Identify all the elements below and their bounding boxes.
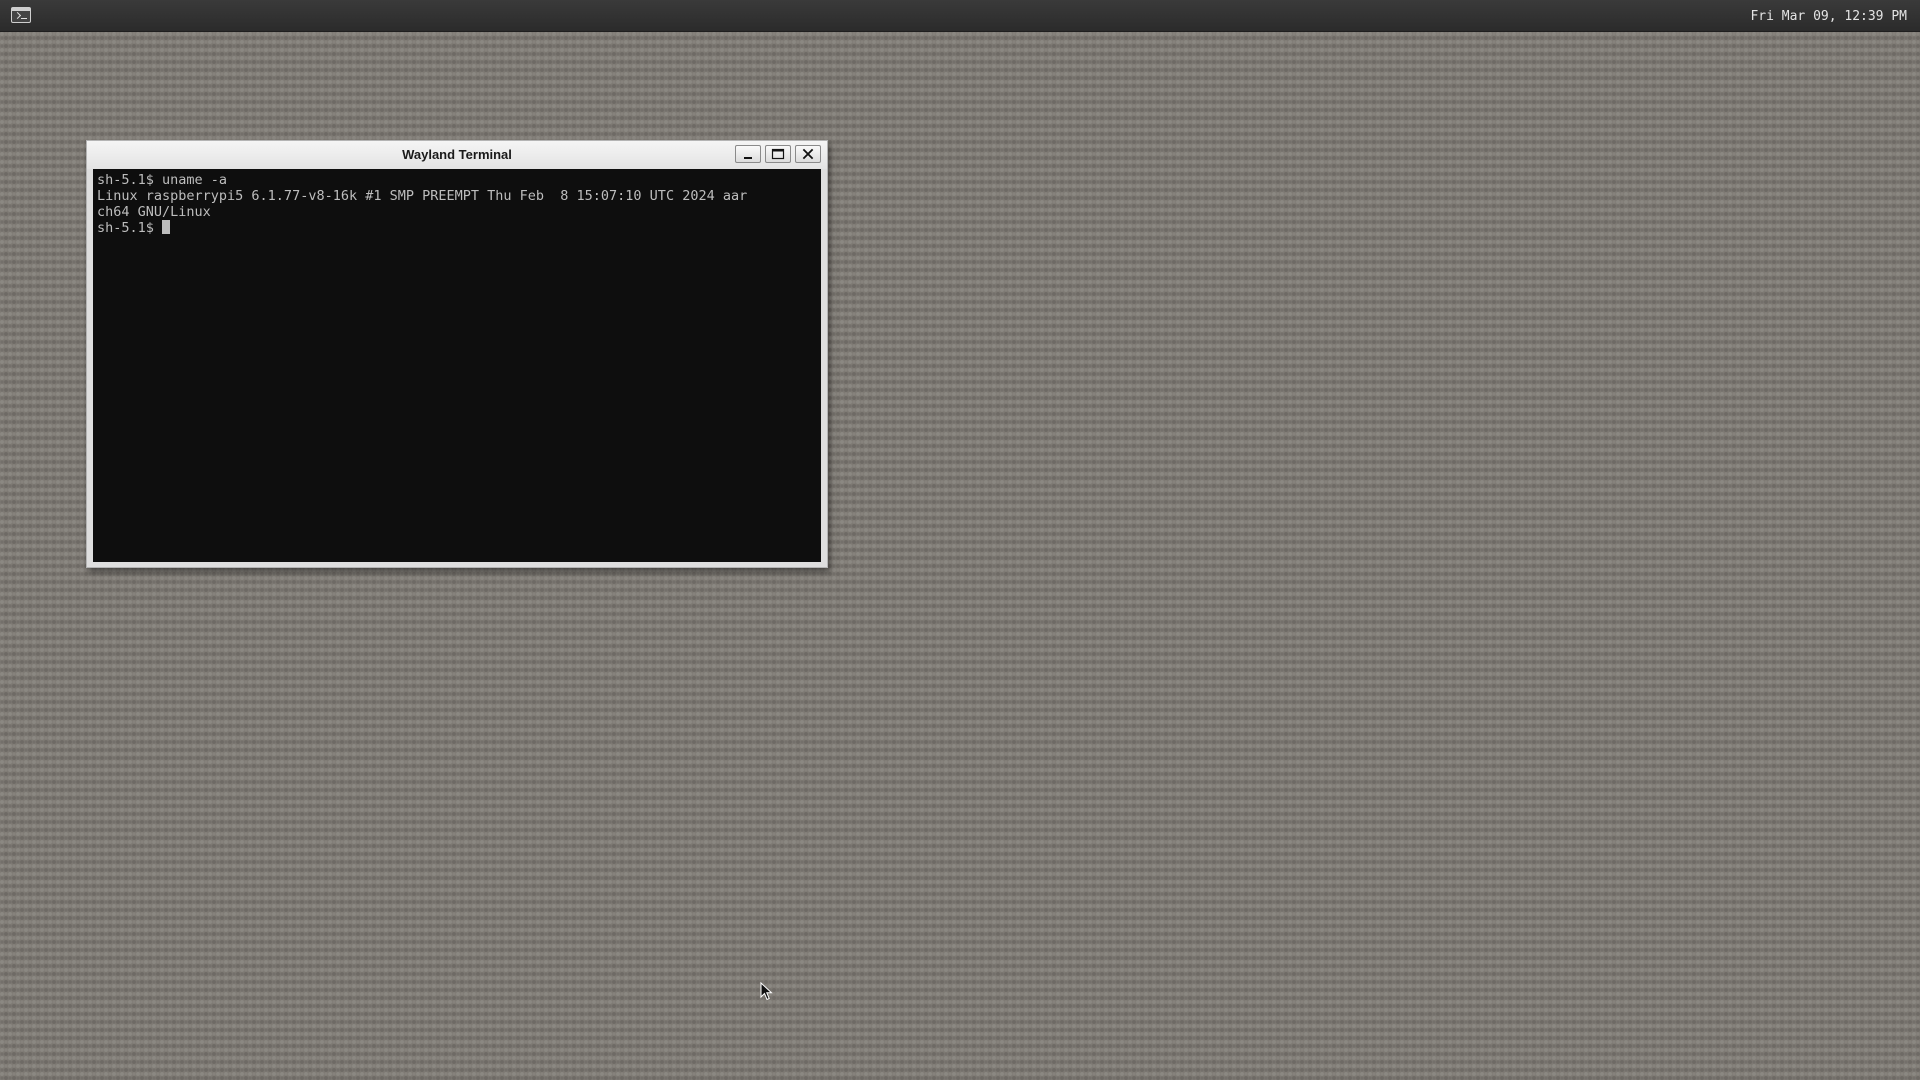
minimize-icon bbox=[744, 157, 752, 159]
maximize-icon bbox=[771, 148, 785, 160]
terminal-line: Linux raspberrypi5 6.1.77-v8-16k #1 SMP … bbox=[97, 188, 748, 204]
terminal-output-area[interactable]: sh-5.1$ uname -a Linux raspberrypi5 6.1.… bbox=[93, 169, 821, 562]
launcher-prompt-shape bbox=[13, 11, 22, 20]
close-icon bbox=[802, 148, 814, 160]
terminal-prompt-line: sh-5.1$ bbox=[97, 220, 817, 236]
terminal-line: sh-5.1$ uname -a bbox=[97, 172, 228, 188]
terminal-line: ch64 GNU/Linux bbox=[97, 204, 211, 220]
panel-clock[interactable]: Fri Mar 09, 12:39 PM bbox=[1750, 9, 1907, 24]
mouse-pointer-icon bbox=[760, 982, 773, 1001]
top-panel: Fri Mar 09, 12:39 PM bbox=[0, 0, 1920, 32]
terminal-window[interactable]: Wayland Terminal sh-5.1$ uname -a Linux … bbox=[86, 140, 828, 568]
terminal-launcher-icon[interactable] bbox=[11, 7, 31, 23]
text-cursor bbox=[162, 220, 171, 234]
terminal-prompt: sh-5.1$ bbox=[97, 220, 163, 236]
window-title: Wayland Terminal bbox=[402, 147, 512, 162]
launcher-titlebar-shape bbox=[12, 8, 30, 11]
launcher-cursor-shape bbox=[21, 18, 27, 19]
maximize-button[interactable] bbox=[765, 145, 791, 163]
minimize-button[interactable] bbox=[735, 145, 761, 163]
close-button[interactable] bbox=[795, 145, 821, 163]
window-titlebar[interactable]: Wayland Terminal bbox=[87, 141, 827, 169]
